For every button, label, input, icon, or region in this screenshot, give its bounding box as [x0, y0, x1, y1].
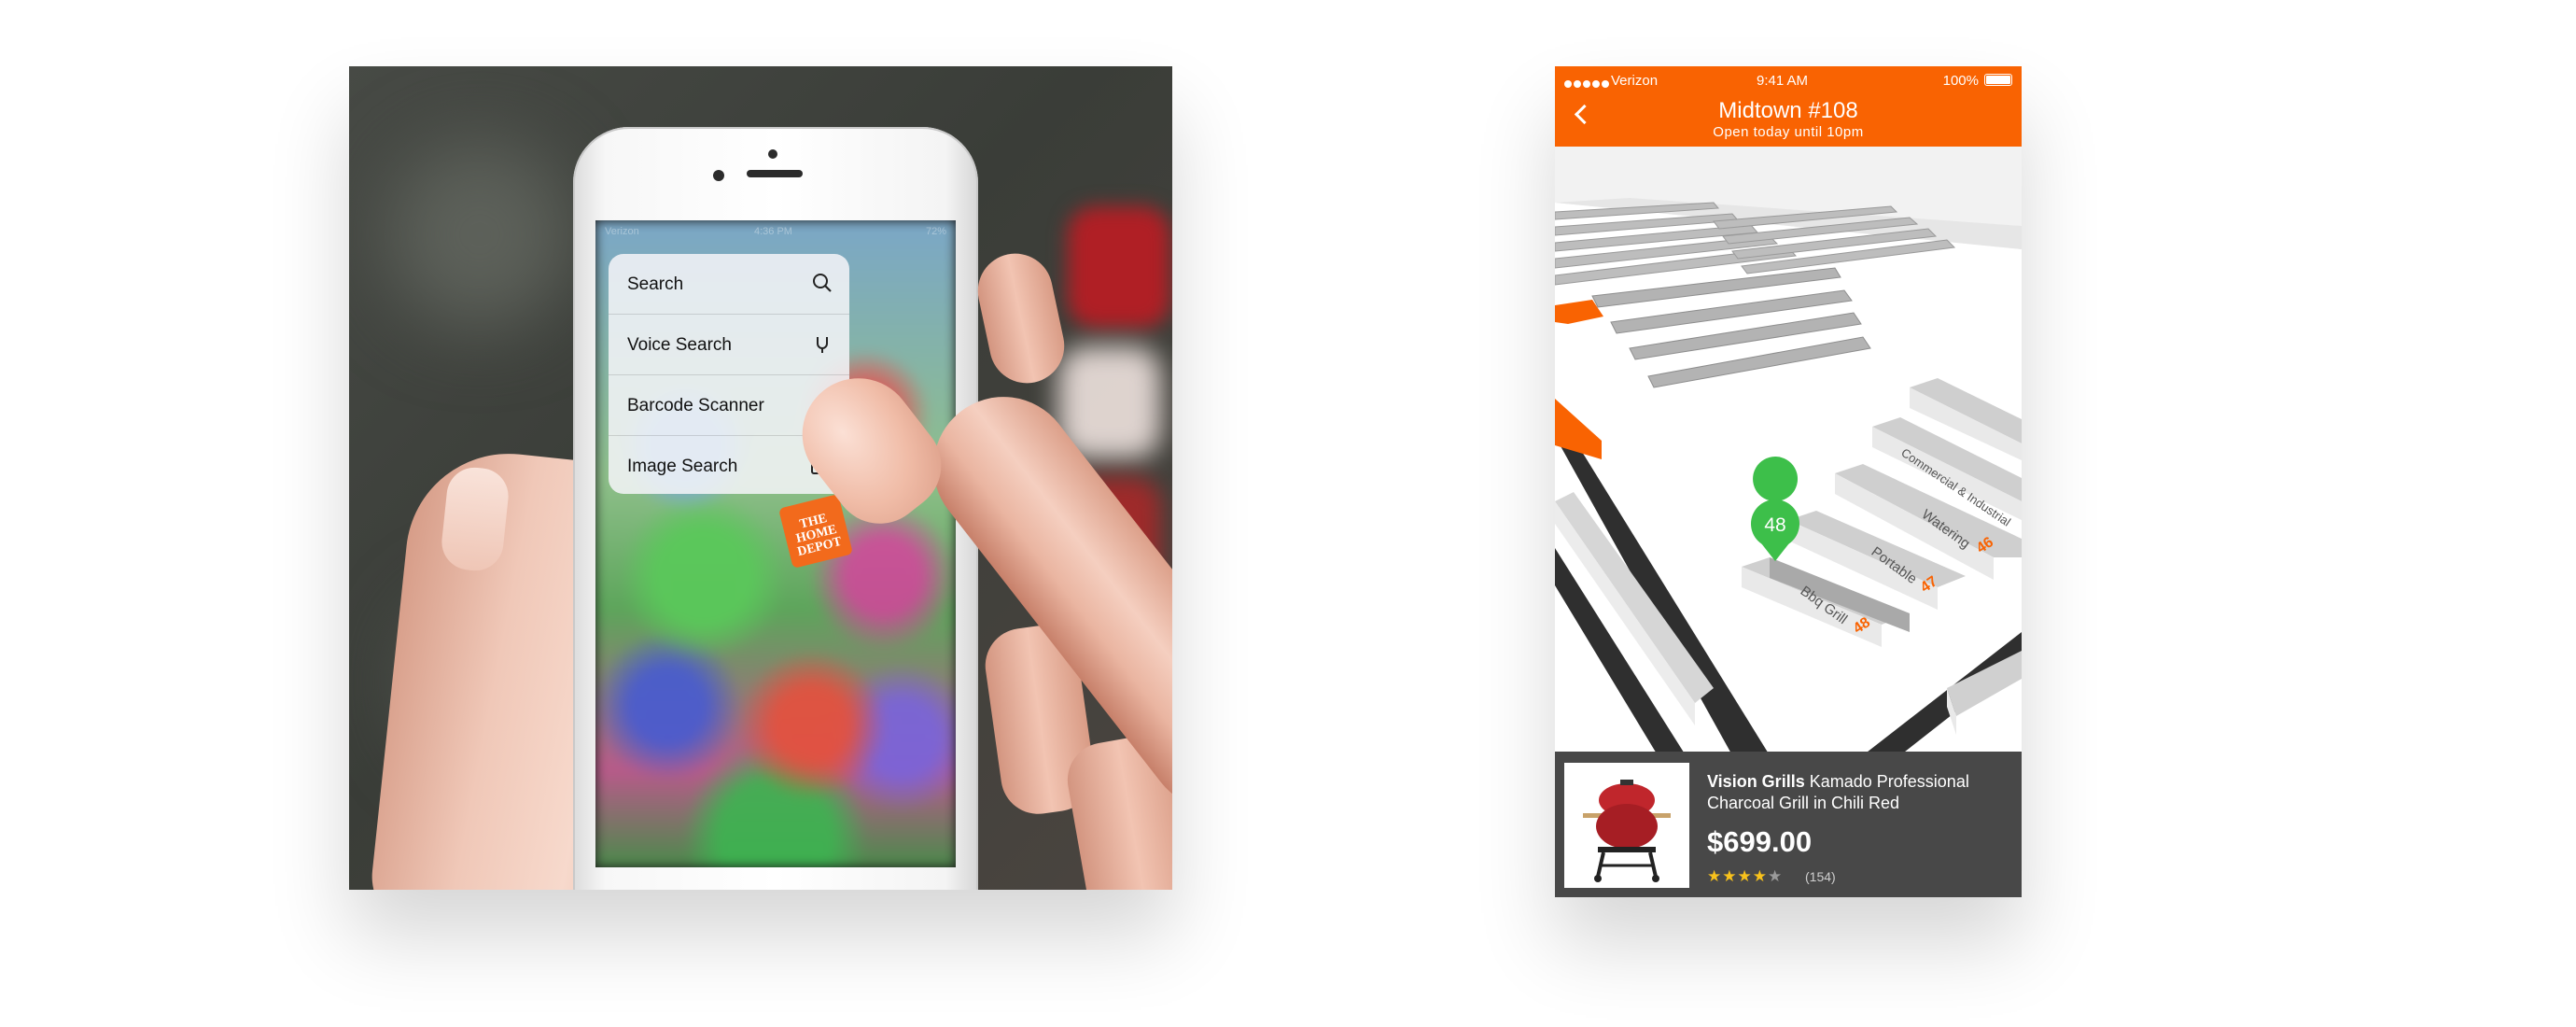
star-icon: ★: [1737, 867, 1753, 885]
star-icon: ★: [1707, 867, 1723, 885]
quick-action-label: Barcode Scanner: [627, 396, 764, 415]
bokeh-red-left: [1068, 206, 1170, 328]
phone-speaker: [747, 170, 803, 177]
store-map-3d[interactable]: Bbq Grill 48 Portable 47 Watering 46 Com…: [1555, 147, 2022, 755]
bokeh-light: [1058, 346, 1161, 458]
star-icon: ★: [1722, 867, 1738, 885]
quick-action-label: Image Search: [627, 457, 738, 476]
product-image: [1564, 763, 1689, 888]
product-brand: Vision Grills: [1707, 772, 1805, 791]
store-map-drawing: Bbq Grill 48 Portable 47 Watering 46 Com…: [1555, 198, 2022, 755]
star-empty-icon: ★: [1768, 867, 1784, 885]
review-count: (154): [1805, 869, 1836, 884]
battery-icon: [1984, 74, 2012, 86]
quick-action-voice-search[interactable]: Voice Search: [609, 315, 849, 375]
bokeh-dark-1: [386, 141, 573, 328]
store-hours: Open today until 10pm: [1713, 124, 1864, 140]
product-card[interactable]: Vision Grills Kamado Professional Charco…: [1555, 752, 2022, 897]
product-title: Vision Grills Kamado Professional Charco…: [1707, 771, 2006, 814]
phone-top-camera: [768, 149, 777, 159]
product-price: $699.00: [1707, 825, 1813, 858]
star-icon: ★: [1752, 867, 1768, 885]
quick-action-label: Search: [627, 274, 684, 294]
quick-action-label: Voice Search: [627, 335, 732, 355]
store-map-app-screen: Verizon 9:41 AM 100% Midtown #108 Open t…: [1555, 66, 2022, 897]
nav-bar: Verizon 9:41 AM 100% Midtown #108 Open t…: [1555, 66, 2022, 147]
battery-percent: 100%: [1942, 73, 1979, 89]
carrier-label: Verizon: [1611, 73, 1659, 89]
signal-strength-icon: [1564, 76, 1611, 92]
phone-photo-card: Verizon 4:36 PM 72% Search Voice Search …: [349, 66, 1172, 890]
store-title: Midtown #108: [1718, 98, 1858, 123]
iphone: Verizon 4:36 PM 72% Search Voice Search …: [573, 127, 978, 890]
phone-front-camera: [713, 170, 724, 181]
right-hand-knuckle-1: [971, 246, 1071, 390]
home-depot-logo-text: THE HOME DEPOT: [794, 511, 844, 560]
phone-time: 4:36 PM: [754, 226, 792, 237]
phone-screen: Verizon 4:36 PM 72% Search Voice Search …: [595, 220, 956, 867]
rating-stars: ★★★★★: [1707, 867, 1783, 886]
phone-battery: 72%: [925, 226, 946, 237]
search-icon: [813, 274, 832, 292]
kamado-grill-illustration: [1583, 780, 1671, 882]
microphone-icon: [817, 337, 828, 353]
status-time: 9:41 AM: [1757, 73, 1809, 89]
quick-action-search[interactable]: Search: [609, 254, 849, 315]
phone-carrier: Verizon: [605, 226, 639, 237]
pin-aisle-number: 48: [1764, 514, 1785, 536]
